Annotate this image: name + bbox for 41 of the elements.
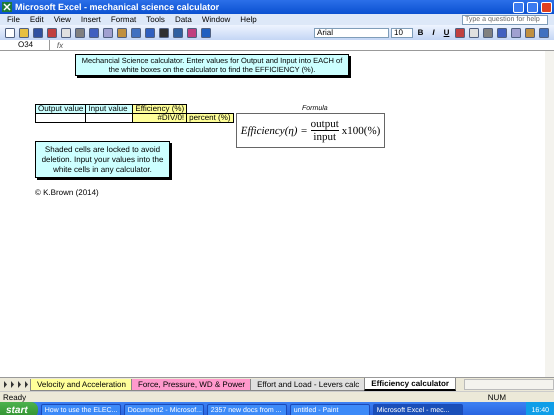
format-button[interactable]: B: [415, 28, 426, 37]
menu-item[interactable]: Data: [174, 15, 193, 24]
output-input-cell[interactable]: [36, 114, 86, 122]
name-box[interactable]: O34: [0, 40, 50, 50]
function-button[interactable]: fx: [54, 40, 66, 50]
formula-rhs: x100(%): [342, 124, 380, 136]
font-dropdown[interactable]: Arial: [314, 28, 389, 38]
window-title: Microsoft Excel - mechanical science calculator: [15, 2, 220, 12]
menu-item[interactable]: File: [6, 15, 21, 24]
unit-cell: percent (%): [186, 114, 233, 122]
vertical-scrollbar[interactable]: [545, 51, 554, 377]
sheet-tab[interactable]: Force, Pressure, WD & Power: [130, 378, 252, 390]
minimize-button[interactable]: [513, 2, 524, 12]
menu-item[interactable]: Edit: [28, 15, 45, 24]
num-lock-indicator: NUM: [488, 392, 506, 402]
maximize-button[interactable]: [527, 2, 538, 12]
formula-lhs: Efficiency(η) =: [240, 124, 308, 136]
column-header: Output value: [36, 104, 86, 114]
menu-item[interactable]: Format: [110, 15, 138, 24]
sheet-tab[interactable]: Efficiency calculator: [364, 378, 456, 391]
sheet-tab[interactable]: Velocity and Acceleration: [30, 378, 133, 390]
menu-item[interactable]: Window: [200, 15, 232, 24]
sheet-tab[interactable]: Effort and Load - Levers calc: [250, 378, 366, 390]
note-text: Shaded cells are locked to avoid deletion. Input your values into the white cells in any calculator.: [35, 141, 170, 178]
column-header: Efficiency (%): [132, 104, 187, 114]
column-header: Input value: [86, 104, 133, 114]
status-text: Ready: [3, 392, 26, 402]
menu-item[interactable]: View: [52, 15, 72, 24]
font-size-dropdown[interactable]: 10: [391, 28, 413, 38]
menu-item[interactable]: Tools: [145, 15, 166, 24]
menu-item[interactable]: Help: [239, 15, 258, 24]
excel-icon: [2, 2, 12, 12]
copyright-text: © K.Brown (2014): [35, 188, 99, 197]
numerator: output: [310, 118, 339, 131]
close-button[interactable]: [541, 2, 552, 12]
horizontal-scrollbar[interactable]: [464, 379, 554, 390]
denominator: input: [313, 131, 336, 143]
input-input-cell[interactable]: [86, 114, 133, 122]
menu-item[interactable]: Insert: [80, 15, 102, 24]
format-button[interactable]: I: [428, 28, 439, 37]
format-button[interactable]: U: [441, 28, 452, 37]
